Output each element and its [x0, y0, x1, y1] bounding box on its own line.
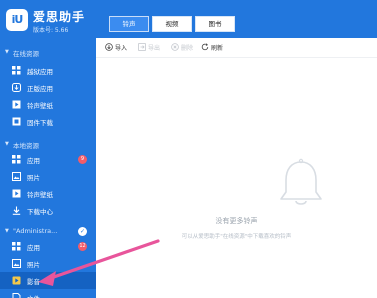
sidebar-item-label: 应用 — [27, 157, 40, 165]
sidebar-item-device-media[interactable]: 影音 — [0, 272, 96, 289]
app-store-icon — [12, 83, 21, 92]
sidebar-item-label: 文件 — [27, 293, 40, 298]
import-button[interactable]: 导入 — [105, 42, 135, 54]
apps-grid-icon — [12, 155, 21, 164]
count-badge: 12 — [78, 242, 87, 251]
toolbar: 导入 导出 删除 刷新 — [96, 38, 377, 58]
collapse-triangle-icon: ▼ — [5, 141, 9, 147]
app-version: 版本号: 5.66 — [33, 27, 69, 34]
app-logo: iU — [6, 9, 28, 31]
photo-icon — [12, 259, 21, 268]
delete-icon — [171, 43, 179, 51]
sidebar-item-device-apps[interactable]: 应用 12 — [0, 238, 96, 255]
sidebar: iU 爱思助手 版本号: 5.66 ▼ 在线资源 越狱应用 正版应用 铃声壁纸 … — [0, 0, 96, 298]
file-icon — [12, 293, 21, 298]
refresh-label: 刷新 — [211, 45, 224, 52]
media-play-icon — [12, 189, 21, 198]
sidebar-item-label: 影音 — [27, 278, 40, 286]
section-local-resources[interactable]: ▼ 本地资源 — [0, 139, 96, 151]
sidebar-item-ringtones-wallpapers[interactable]: 铃声壁纸 — [0, 96, 96, 113]
sidebar-item-device-files[interactable]: 文件 — [0, 289, 96, 298]
sidebar-item-label: 应用 — [27, 244, 40, 252]
import-icon — [105, 43, 113, 51]
sidebar-item-label: 照片 — [27, 261, 40, 269]
collapse-triangle-icon: ▼ — [5, 228, 9, 234]
photo-icon — [12, 172, 21, 181]
app-name: 爱思助手 — [33, 10, 86, 24]
sidebar-item-genuine-apps[interactable]: 正版应用 — [0, 79, 96, 96]
sidebar-item-label: 铃声壁纸 — [27, 191, 53, 199]
media-play-icon — [12, 100, 21, 109]
collapse-triangle-icon: ▼ — [5, 49, 9, 55]
logo-text: iU — [11, 13, 24, 26]
refresh-button[interactable]: 刷新 — [201, 42, 233, 54]
brand-header: iU 爱思助手 版本号: 5.66 — [0, 0, 96, 40]
sidebar-item-local-apps[interactable]: 应用 9 — [0, 151, 96, 168]
section-title: 在线资源 — [13, 50, 39, 58]
sidebar-item-jailbreak-apps[interactable]: 越狱应用 — [0, 62, 96, 79]
count-badge: 9 — [78, 155, 87, 164]
sidebar-item-label: 铃声壁纸 — [27, 102, 53, 110]
sidebar-item-label: 下载中心 — [27, 208, 53, 216]
sidebar-item-label: 正版应用 — [27, 85, 53, 93]
export-button[interactable]: 导出 — [138, 42, 168, 54]
main-panel: 铃声 视频 图书 导入 导出 删除 刷新 没有更多铃声 可以从爱思助手"在线资源… — [96, 0, 377, 298]
sidebar-item-label: 固件下载 — [27, 119, 53, 127]
sidebar-item-label: 越狱应用 — [27, 68, 53, 76]
apps-grid-icon — [12, 66, 21, 75]
sidebar-item-download-center[interactable]: 下载中心 — [0, 202, 96, 219]
connected-check-icon: ✓ — [78, 227, 87, 236]
delete-button[interactable]: 删除 — [171, 42, 201, 54]
sidebar-item-firmware-download[interactable]: 固件下载 — [0, 113, 96, 130]
download-icon — [12, 206, 21, 215]
tab-books[interactable]: 图书 — [195, 16, 235, 32]
sidebar-item-label: 照片 — [27, 174, 40, 182]
sidebar-item-device-photos[interactable]: 照片 — [0, 255, 96, 272]
section-device[interactable]: ▼ "Administra... ✓ — [0, 226, 96, 238]
delete-label: 删除 — [181, 45, 194, 52]
export-icon — [138, 43, 146, 51]
import-label: 导入 — [115, 45, 128, 52]
sidebar-item-local-ringtones-wallpapers[interactable]: 铃声壁纸 — [0, 185, 96, 202]
media-film-icon — [12, 276, 21, 285]
tab-videos[interactable]: 视频 — [152, 16, 192, 32]
device-name: "Administra... — [13, 227, 58, 235]
app-window: iU 爱思助手 版本号: 5.66 ▼ 在线资源 越狱应用 正版应用 铃声壁纸 … — [0, 0, 377, 298]
section-online-resources[interactable]: ▼ 在线资源 — [0, 47, 96, 59]
firmware-box-icon — [12, 117, 21, 126]
refresh-icon — [201, 43, 209, 51]
empty-state-title: 没有更多铃声 — [215, 217, 258, 225]
bell-icon — [280, 158, 322, 205]
apps-grid-icon — [12, 242, 21, 251]
sidebar-item-local-photos[interactable]: 照片 — [0, 168, 96, 185]
export-label: 导出 — [148, 45, 161, 52]
tab-ringtones[interactable]: 铃声 — [109, 16, 149, 32]
tab-bar: 铃声 视频 图书 — [96, 0, 377, 38]
empty-state-hint: 可以从爱思助手"在线资源"中下载喜欢的铃声 — [181, 234, 292, 240]
section-title: 本地资源 — [13, 142, 39, 150]
